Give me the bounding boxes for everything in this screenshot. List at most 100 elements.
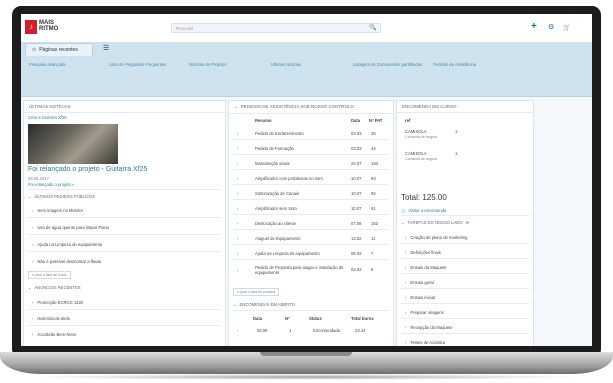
divider [28,325,220,326]
row-expand-icon[interactable]: › [237,131,238,136]
quicklink-assistance[interactable]: Pedidos de Assistência [433,62,476,67]
news-subtitle-link[interactable]: Foi relançado o projeto » [28,182,74,187]
row-expand-icon[interactable]: › [237,191,238,196]
row-expand-icon[interactable]: › [237,328,238,333]
orders-open-title[interactable]: ⌄ ENCOMENDAS EM ABERTO [233,302,295,307]
logo-text[interactable]: MAIS RITMO [39,20,69,32]
cart-item-desc: Camisola de angorá [405,157,438,161]
announcements-title[interactable]: ⌄ ANÚNCIOS RECENTES [28,285,81,290]
cart-item-name[interactable]: CAMISOLA [405,129,427,134]
menu-icon[interactable]: ☰ [103,44,109,54]
divider [233,214,388,215]
col-header-order-status[interactable]: Status [309,316,322,321]
task-item[interactable]: › Ensaio geral [405,280,434,285]
col-header-order-total[interactable]: Total Euros [351,316,374,321]
chevron-right-icon: › [405,235,407,240]
search-icon[interactable]: 🔍 [369,23,376,33]
chevron-down-icon: ⌄ [234,104,238,109]
divider [401,273,529,274]
news-headline[interactable]: Foi relançado o projeto - Guitarra Xf25 [28,166,147,173]
row-pat: 44 [371,146,376,151]
cart-icon: 🛒 [401,208,407,213]
view-order-label: Visitar a encomenda [408,208,447,213]
assistance-more-button[interactable]: Ir para a lista de pedidos [233,288,280,296]
public-request-label: Não é possível desmontar a flauta [37,259,101,264]
col-header-order-number[interactable]: Nº [285,316,290,321]
quicklink-shared-docs[interactable]: Listagem de Documentos partilhados [353,62,422,67]
plus-icon[interactable]: + [531,20,537,34]
announcement-item[interactable]: › Harmónicas úteis [32,316,70,321]
gear-icon[interactable]: ⚙ [548,21,554,35]
public-request-item[interactable]: › Não é possível desmontar a flauta [32,259,101,264]
row-expand-icon[interactable]: › [237,161,238,166]
announcement-item[interactable]: › Promoção ECRCG 1420 [32,300,83,305]
row-summary: Sintonização de Canais [255,191,299,196]
chevron-right-icon: › [405,310,407,315]
task-item[interactable]: › Testes de Acústica [405,340,445,345]
public-request-item[interactable]: › Sem imagem no Monitor [32,208,83,213]
row-summary: Deslocação ao cliente [255,221,296,226]
view-order-link[interactable]: 🛒 Visitar a encomenda [401,208,446,214]
search-input[interactable]: Procurar [171,23,381,33]
row-date: 13.02 [351,236,362,241]
row-expand-icon[interactable]: › [237,236,238,241]
row-date: 10.07 [351,191,362,196]
row-expand-icon[interactable]: › [237,146,238,151]
col-header-summary[interactable]: Resumo [255,118,272,123]
news-breadcrumb[interactable]: Criar a Guitarra Xf25 [28,115,67,120]
assistance-title[interactable]: ⌄ PEDIDOS DE ASSISTÊNCIA SOB NOSSO CONTRO… [229,101,393,114]
row-expand-icon[interactable]: › [237,251,238,256]
col-header-date[interactable]: Data [351,118,360,123]
row-expand-icon[interactable]: › [237,268,238,273]
quicklink-project-news[interactable]: Notícias de Projetos [189,62,226,67]
quicklink-faq[interactable]: Lista de Perguntas Frequentes [109,62,166,67]
task-label: Testes de Acústica [410,340,446,345]
cart-item-name[interactable]: CAMISOLA [405,151,427,156]
chevron-down-icon: ⌄ [233,302,237,307]
row-pat: 164 [371,161,378,166]
tasks-title[interactable]: ⌄ TAREFAS DO NOSSO LADO ✉ [401,220,469,225]
quicklinks-bar [21,56,592,97]
row-expand-icon[interactable]: › [237,176,238,181]
task-item[interactable]: › Preparar imagens [405,310,444,315]
logo-icon[interactable]: ♪ [25,20,37,34]
row-date: 10.07 [351,206,362,211]
task-item[interactable]: › Ensaio da Maquete [405,265,447,270]
chevron-right-icon: › [32,316,34,321]
public-requests-title[interactable]: ⌄ ÚLTIMOS PEDIDOS PÚBLICOS [28,194,95,199]
col-header-pat[interactable]: Nº PAT [369,118,382,123]
task-item[interactable]: › Ensaio inicial [405,295,435,300]
row-expand-icon[interactable]: › [237,221,238,226]
news-image[interactable] [28,124,118,164]
divider [28,217,220,218]
announcement-label: Acordeão Bem-Novo [37,332,77,337]
chevron-right-icon: › [405,295,407,300]
divider [233,229,388,230]
task-item[interactable]: › Recepção da Maquete [405,325,453,330]
laptop-shadow [30,374,583,380]
public-request-item[interactable]: › Ajuda na Limpeza do equipamento [32,242,102,247]
col-header-order-date[interactable]: Data [253,316,262,321]
public-request-item[interactable]: › Uso de água quente para limpar Piano [32,225,109,230]
top-bar: ♪ MAIS RITMO Procurar 🔍 + ⚙ 🛒 [21,14,592,43]
chevron-right-icon: › [32,300,34,305]
task-item[interactable]: › Criação de plano de marketing [405,235,467,240]
task-label: Recepção da Maquete [410,325,453,330]
order-total: Total: 125.00 [401,193,447,202]
row-expand-icon[interactable]: › [237,206,238,211]
order-number: 1 [289,328,292,333]
orders-open-title-text: ENCOMENDAS EM ABERTO [239,302,295,307]
cart-icon[interactable]: 🛒 [563,21,570,35]
mail-icon: ✉ [465,220,470,225]
divider [233,259,388,260]
tab-recent-pages[interactable]: ⊙ Páginas recentes [25,43,93,56]
public-requests-more-button[interactable]: Ir para a lista de todos [28,271,71,279]
task-item[interactable]: › Definições finais [405,250,441,255]
quicklink-advanced-search[interactable]: Pesquisa avançada [29,62,66,67]
public-request-label: Ajuda na Limpeza do equipamento [37,242,103,247]
quicklink-latest-news[interactable]: Últimas Notícias [271,62,301,67]
announcement-item[interactable]: › Acordeão Bem-Novo [32,332,76,337]
row-date: 10.07 [351,176,362,181]
divider [401,243,529,244]
tab-recent-icon: ⊙ [32,47,37,53]
